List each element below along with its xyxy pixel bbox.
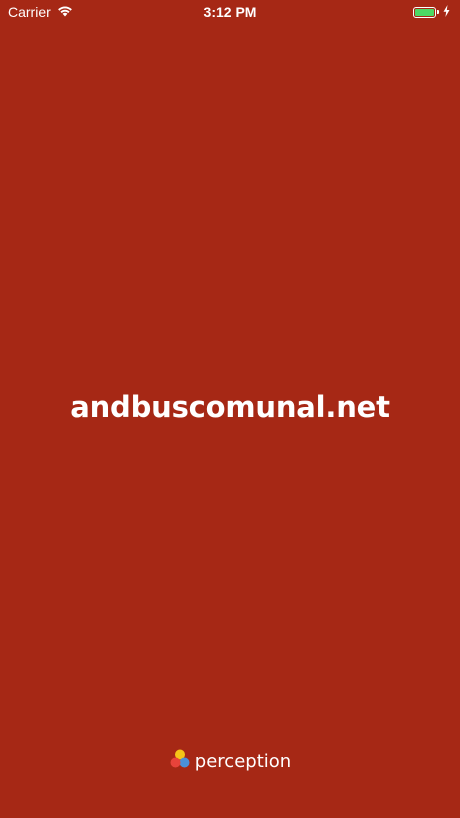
wifi-icon: [57, 4, 73, 20]
brand-footer: perception: [0, 748, 460, 775]
perception-logo-icon: [169, 748, 191, 775]
brand-label: perception: [194, 751, 292, 772]
carrier-label: Carrier: [8, 4, 51, 20]
status-bar: Carrier 3:12 PM: [0, 0, 460, 24]
splash-title: andbuscomunal.net: [70, 390, 390, 424]
charging-bolt-icon: [443, 4, 450, 20]
battery-icon: [413, 6, 439, 18]
status-right: [413, 4, 450, 20]
status-left: Carrier: [8, 4, 73, 20]
